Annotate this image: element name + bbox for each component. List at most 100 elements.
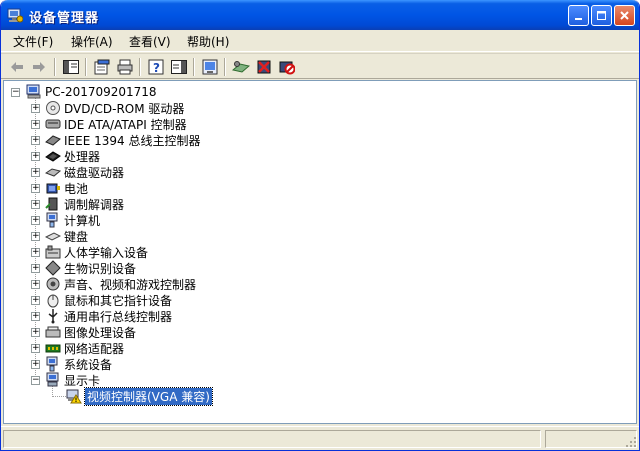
sound-icon [46, 277, 60, 291]
tree-category-label: 网络适配器 [64, 341, 125, 356]
root-collapse-toggle[interactable]: − [11, 88, 20, 97]
maximize-button[interactable] [591, 5, 612, 26]
category-expand-toggle[interactable]: − [31, 376, 40, 385]
tree-category-label: DVD/CD-ROM 驱动器 [64, 101, 185, 116]
tree-category-label: 声音、视频和游戏控制器 [64, 277, 197, 292]
maximize-icon [597, 11, 606, 20]
category-expand-toggle[interactable]: + [31, 344, 40, 353]
tree-category-label: 计算机 [64, 213, 101, 228]
window-title: 设备管理器 [29, 11, 100, 26]
tree-category-item[interactable]: 人体学输入设备 [45, 244, 148, 260]
tree-category-item[interactable]: IEEE 1394 总线主控制器 [45, 132, 200, 148]
tree-category-item[interactable]: 通用串行总线控制器 [45, 308, 172, 324]
category-expand-toggle[interactable]: + [31, 328, 40, 337]
category-expand-toggle[interactable]: + [31, 296, 40, 305]
tree-category-item[interactable]: 键盘 [45, 228, 88, 244]
disable-icon [279, 61, 295, 75]
tree-child-device[interactable]: 视频控制器(VGA 兼容) [66, 386, 213, 406]
hid-icon [45, 245, 61, 259]
device-manager-icon [7, 8, 23, 23]
tree-category-label: IDE ATA/ATAPI 控制器 [64, 117, 187, 132]
tree-category-item[interactable]: 处理器 [45, 148, 100, 164]
tree-root[interactable]: PC-201709201718 [26, 84, 157, 100]
category-expand-toggle[interactable]: + [31, 136, 40, 145]
help-button[interactable]: ? [146, 57, 166, 77]
show-hide-button[interactable] [169, 57, 189, 77]
tree-category-label: 磁盘驱动器 [64, 165, 125, 180]
category-expand-toggle[interactable]: + [31, 168, 40, 177]
disk-icon [45, 168, 61, 177]
tree-category-label: 电池 [64, 181, 89, 196]
category-expand-toggle[interactable]: + [31, 248, 40, 257]
print-icon [117, 59, 133, 75]
category-expand-toggle[interactable]: + [31, 200, 40, 209]
tree-category-label: 系统设备 [64, 357, 113, 372]
toolbar-separator [139, 58, 141, 76]
toolbar-separator [193, 58, 195, 76]
console-tree-icon [63, 60, 79, 74]
forward-arrow-icon [33, 62, 45, 72]
tree-category-item[interactable]: 生物识别设备 [45, 260, 136, 276]
category-expand-toggle[interactable]: + [31, 312, 40, 321]
status-panel-right [545, 430, 637, 448]
tree-category-item[interactable]: 显示卡 [45, 372, 100, 388]
category-expand-toggle[interactable]: + [31, 232, 40, 241]
menu-bar: 文件(F) 操作(A) 查看(V) 帮助(H) [1, 30, 639, 52]
tree-category-item[interactable]: 鼠标和其它指针设备 [45, 292, 172, 308]
menu-view-label: 查看(V) [129, 35, 171, 49]
category-expand-toggle[interactable]: + [31, 120, 40, 129]
tree-category-item[interactable]: 电池 [45, 180, 88, 196]
tree-category-item[interactable]: 图像处理设备 [45, 324, 136, 340]
device-manager-window: 设备管理器 文件(F) 操作(A) 查看(V) 帮助(H) ? − PC-201… [0, 0, 640, 451]
scan-hardware-button[interactable] [231, 57, 251, 77]
tree-category-item[interactable]: 声音、视频和游戏控制器 [45, 276, 196, 292]
menu-file-label: 文件(F) [13, 35, 54, 49]
status-panel-main [3, 430, 541, 448]
print-button[interactable] [115, 57, 135, 77]
tree-category-item[interactable]: DVD/CD-ROM 驱动器 [45, 100, 184, 116]
menu-file[interactable]: 文件(F) [9, 33, 57, 50]
svg-text:?: ? [153, 61, 160, 75]
menu-action[interactable]: 操作(A) [67, 33, 117, 50]
network-icon [45, 344, 61, 353]
system-icon [46, 356, 58, 372]
resize-grip-icon[interactable] [625, 436, 637, 448]
menu-view[interactable]: 查看(V) [125, 33, 175, 50]
category-expand-toggle[interactable]: + [31, 152, 40, 161]
tree-category-label: 处理器 [64, 149, 101, 164]
category-expand-toggle[interactable]: + [31, 280, 40, 289]
tree-category-item[interactable]: 磁盘驱动器 [45, 164, 124, 180]
tree-category-label: 鼠标和其它指针设备 [64, 293, 173, 308]
forward-button[interactable] [29, 57, 49, 77]
tree-category-item[interactable]: 计算机 [45, 212, 100, 228]
tree-category-item[interactable]: IDE ATA/ATAPI 控制器 [45, 116, 187, 132]
disable-button[interactable] [277, 57, 297, 77]
back-button[interactable] [7, 57, 27, 77]
tree-category-label: 生物识别设备 [64, 261, 137, 276]
close-icon [620, 11, 629, 20]
menu-help-label: 帮助(H) [187, 35, 230, 49]
category-expand-toggle[interactable]: + [31, 104, 40, 113]
tree-category-label: 图像处理设备 [64, 325, 137, 340]
tree-category-item[interactable]: 系统设备 [45, 356, 112, 372]
close-button[interactable] [614, 5, 635, 26]
tree-category-item[interactable]: 调制解调器 [45, 196, 124, 212]
category-expand-toggle[interactable]: + [31, 184, 40, 193]
minimize-button[interactable] [568, 5, 589, 26]
menu-help[interactable]: 帮助(H) [183, 33, 233, 50]
uninstall-button[interactable] [254, 57, 274, 77]
warning-device-icon [66, 389, 82, 404]
properties-button[interactable] [92, 57, 112, 77]
category-expand-toggle[interactable]: + [31, 216, 40, 225]
child-device-label: 视频控制器(VGA 兼容) [84, 386, 213, 406]
uninstall-icon [257, 60, 271, 74]
refresh-button[interactable] [200, 57, 220, 77]
toolbar-separator [54, 58, 56, 76]
title-bar[interactable]: 设备管理器 [1, 0, 639, 30]
category-expand-toggle[interactable]: + [31, 264, 40, 273]
category-expand-toggle[interactable]: + [31, 360, 40, 369]
console-tree-button[interactable] [61, 57, 81, 77]
show-hide-icon [171, 60, 187, 74]
tree-category-item[interactable]: 网络适配器 [45, 340, 124, 356]
device-tree[interactable]: − PC-201709201718 + DVD/CD-ROM 驱动器 + IDE AT… [3, 80, 637, 424]
